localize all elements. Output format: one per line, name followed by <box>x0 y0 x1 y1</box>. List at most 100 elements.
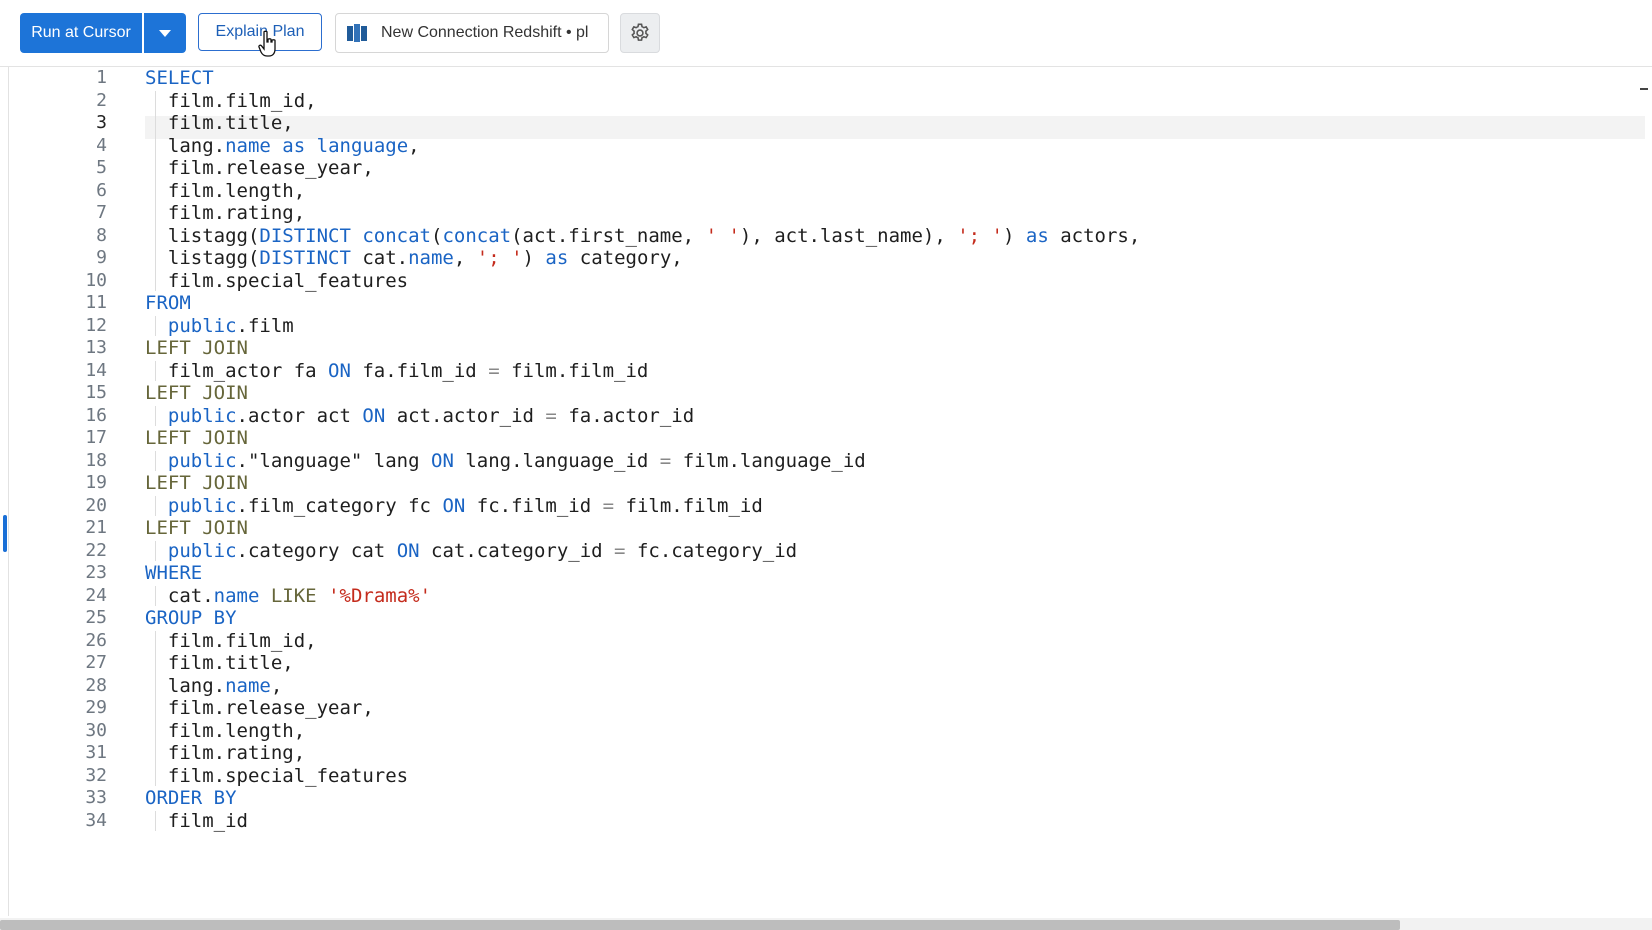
code-line[interactable]: 29 film.release_year, <box>10 696 1410 720</box>
code-line[interactable]: 1 SELECT <box>10 66 1410 90</box>
code-line[interactable]: 30 film.length, <box>10 719 1410 743</box>
code-token: film.rating, <box>145 742 306 764</box>
code-line[interactable]: 5 film.release_year, <box>10 156 1410 180</box>
code-token: '; ' <box>957 224 1003 247</box>
code-token: ( <box>431 224 443 247</box>
line-number: 23 <box>85 562 107 583</box>
code-text: public."language" lang ON lang.language_… <box>145 449 866 473</box>
settings-button[interactable] <box>620 13 660 53</box>
line-number: 20 <box>85 494 107 516</box>
code-line[interactable]: 19 LEFT JOIN <box>10 471 1410 495</box>
code-token: = <box>488 359 500 382</box>
code-token: cat.category_id <box>419 539 615 562</box>
code-line[interactable]: 23 WHERE <box>10 561 1410 585</box>
code-line[interactable]: 8 listagg(DISTINCT concat(concat(act.fir… <box>10 224 1410 248</box>
code-line[interactable]: 13 LEFT JOIN <box>10 336 1410 360</box>
code-token: name <box>213 584 260 607</box>
code-text: listagg(DISTINCT cat.name, '; ') as cate… <box>145 246 683 270</box>
code-token: , <box>453 247 477 269</box>
line-number: 11 <box>85 292 107 313</box>
code-text: film.title, <box>145 111 294 135</box>
line-number: 22 <box>85 539 107 561</box>
code-line[interactable]: 22 public.category cat ON cat.category_i… <box>10 539 1410 563</box>
line-number: 14 <box>85 359 107 381</box>
code-line[interactable]: 25 GROUP BY <box>10 606 1410 630</box>
code-line[interactable]: 33 ORDER BY <box>10 786 1410 810</box>
code-line[interactable]: 28 lang.name, <box>10 674 1410 698</box>
code-text: LEFT JOIN <box>145 426 248 450</box>
code-line[interactable]: 20 public.film_category fc ON fc.film_id… <box>10 494 1410 518</box>
code-text: listagg(DISTINCT concat(concat(act.first… <box>145 224 1140 248</box>
code-token: ' ' <box>705 224 740 247</box>
code-line[interactable]: 3 film.title, <box>10 111 1410 135</box>
line-number: 26 <box>85 629 107 651</box>
line-number: 10 <box>85 269 107 291</box>
run-at-cursor-button[interactable]: Run at Cursor <box>20 13 142 53</box>
code-token: film.special_features <box>145 764 409 787</box>
code-text: cat.name LIKE '%Drama%' <box>145 584 431 608</box>
line-number: 7 <box>96 202 107 223</box>
code-token: name <box>225 674 271 697</box>
code-line[interactable]: 10 film.special_features <box>10 269 1410 293</box>
code-line[interactable]: 6 film.length, <box>10 179 1410 203</box>
line-number: 6 <box>96 179 107 201</box>
code-token: FROM <box>145 292 191 314</box>
chevron-down-icon <box>159 29 171 37</box>
code-line[interactable]: 17 LEFT JOIN <box>10 426 1410 450</box>
code-token: film.film_id <box>499 359 649 382</box>
code-token: ON <box>396 539 420 562</box>
code-token: = <box>602 494 615 517</box>
code-text: FROM <box>145 291 191 315</box>
code-token: SELECT <box>145 67 214 89</box>
run-options-dropdown[interactable] <box>144 13 186 53</box>
code-line[interactable]: 7 film.rating, <box>10 201 1410 225</box>
code-line[interactable]: 14 film_actor fa ON fa.film_id = film.fi… <box>10 359 1410 383</box>
code-token: = <box>545 404 557 427</box>
code-line[interactable]: 12 public.film <box>10 314 1410 338</box>
code-line[interactable]: 26 film.film_id, <box>10 629 1410 653</box>
code-line[interactable]: 21 LEFT JOIN <box>10 516 1410 540</box>
sql-editor[interactable]: 1 SELECT 2 film.film_id, 3 film.title, 4 lan… <box>10 66 1648 916</box>
line-number: 25 <box>85 607 107 628</box>
code-token: film.title, <box>145 652 294 674</box>
code-line[interactable]: 27 film.title, <box>10 651 1410 675</box>
code-token: as <box>282 134 306 157</box>
horizontal-scrollbar-thumb[interactable] <box>0 920 1400 930</box>
code-token: film_id <box>145 809 248 832</box>
code-line[interactable]: 2 film.film_id, <box>10 89 1410 113</box>
code-line[interactable]: 4 lang.name as language, <box>10 134 1410 158</box>
code-line[interactable]: 9 listagg(DISTINCT cat.name, '; ') as ca… <box>10 246 1410 270</box>
code-line[interactable]: 24 cat.name LIKE '%Drama%' <box>10 584 1410 608</box>
code-token: ON <box>328 359 351 382</box>
code-token: act.actor_id <box>385 404 546 427</box>
code-token: '; ' <box>476 247 523 269</box>
connection-selector[interactable]: New Connection Redshift • pl <box>335 13 609 53</box>
line-number: 2 <box>96 89 107 111</box>
code-token: DISTINCT <box>259 247 351 269</box>
code-text: film.length, <box>145 179 305 203</box>
explain-plan-button[interactable]: Explain Plan <box>198 13 322 51</box>
code-line[interactable]: 34 film_id <box>10 809 1410 833</box>
gear-icon <box>631 23 649 41</box>
code-line[interactable]: 16 public.actor act ON act.actor_id = fa… <box>10 404 1410 428</box>
code-token: actors, <box>1048 224 1141 247</box>
line-number: 21 <box>85 517 107 538</box>
code-line[interactable]: 15 LEFT JOIN <box>10 381 1410 405</box>
code-text: GROUP BY <box>145 606 237 630</box>
code-text: film.rating, <box>145 741 305 765</box>
code-token: as <box>1025 224 1049 247</box>
code-line[interactable]: 11 FROM <box>10 291 1410 315</box>
code-line[interactable]: 31 film.rating, <box>10 741 1410 765</box>
code-token: language <box>316 134 409 157</box>
code-line[interactable]: 32 film.special_features <box>10 764 1410 788</box>
line-number: 31 <box>85 742 107 763</box>
code-line[interactable]: 18 public."language" lang ON lang.langua… <box>10 449 1410 473</box>
overview-ruler-marker <box>1640 88 1648 90</box>
code-text: public.actor act ON act.actor_id = fa.ac… <box>145 404 694 428</box>
